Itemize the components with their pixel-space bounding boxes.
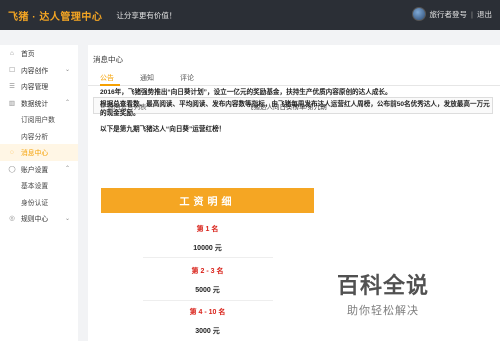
sidebar-item-label: 内容管理 [21,84,49,92]
prize-amount: 3000 元 [195,328,220,335]
chevron-down-icon: ⌄ [64,67,70,74]
sidebar-item-content-management[interactable]: ☰ 内容管理 [0,78,78,95]
sidebar-item-label: 身份认证 [21,199,49,207]
watermark-subtitle: 助你轻松解决 [347,305,419,317]
separator: | [471,9,473,19]
sidebar-item-content-creation[interactable]: ☐ 内容创作 ⌄ [0,62,78,79]
tab-notifications[interactable]: 通知 [140,73,154,83]
message-icon: ◌ [10,148,14,156]
paragraph-intro: 2016年，飞猪强势推出“向日葵计划”，设立一亿元的奖励基金，扶持生产优质内容原… [100,89,392,96]
notice-content: 2016年，飞猪强势推出“向日葵计划”，设立一亿元的奖励基金，扶持生产优质内容原… [100,88,492,137]
sidebar-item-label: 订阅用户数 [21,117,55,125]
user-menu[interactable]: 旅行者登号 | 退出 [411,7,492,21]
avatar[interactable] [411,7,426,21]
username[interactable]: 旅行者登号 [430,9,468,20]
watermark-title: 百科全说 [337,273,430,298]
chart-icon: ▥ [8,99,16,107]
edit-icon: ☐ [9,66,15,74]
page-title: 消息中心 [93,55,123,64]
sidebar-item-label: 内容分析 [21,133,49,141]
divider [143,300,273,301]
chevron-down-icon: ⌄ [64,215,70,222]
tab-comments[interactable]: 评论 [180,73,194,83]
sidebar-item-label: 消息中心 [21,150,49,158]
sidebar: ⌂ 首页 ☐ 内容创作 ⌄ ☰ 内容管理 ▥ 数据统计 ⌃ 订阅用户数内容分析 ◌ 消息中心 ◯ 账户设置 ⌃… [0,45,78,341]
chevron-up-icon: ⌃ [64,166,70,173]
prize-amount: 5000 元 [195,287,220,294]
prize-amount: 10000 元 [193,245,222,252]
chevron-up-icon: ⌃ [64,100,70,107]
sidebar-item-label: 基本设置 [21,183,49,191]
tab-bar: 公告 通知 评论 [88,70,500,86]
sidebar-item-account-settings[interactable]: ◯ 账户设置 ⌃ [0,161,78,178]
prize-block-2: 第 2 - 3 名 5000 元 [101,266,314,295]
sidebar-item-basic-settings[interactable]: 基本设置 [0,177,78,194]
announcement-line: 以下是第九期飞猪达人“向日葵”运营红榜！ [100,126,226,133]
sidebar-item-label: 规则中心 [21,216,49,224]
sidebar-item-home[interactable]: ⌂ 首页 [0,45,78,62]
divider [143,257,273,258]
sidebar-item-rules-center[interactable]: ◎ 规则中心 ⌄ [0,210,78,227]
prize-block-1: 第 1 名 10000 元 [101,224,314,253]
sidebar-item-label: 数据统计 [21,100,49,108]
salary-banner: 工资明细 [101,188,314,213]
sidebar-item-subscriber-count[interactable]: 订阅用户数 [0,111,78,128]
tab-announcements[interactable]: 公告 [100,73,114,83]
paragraph-rules: 根据总查看数、最高阅读、平均阅读、发布内容数等指标，由飞猪每周发布达人运营红人周… [100,101,490,117]
app-logo[interactable]: 飞猪 · 达人管理中心 [8,8,102,23]
sidebar-item-message-center[interactable]: ◌ 消息中心 [0,144,78,161]
sidebar-item-identity-verification[interactable]: 身份认证 [0,194,78,211]
watermark: 百科全说 助你轻松解决 [337,268,429,318]
prize-rank: 第 4 - 10 名 [189,309,226,316]
prize-block-3: 第 4 - 10 名 3000 元 [101,307,314,336]
list-icon: ☰ [9,83,15,91]
rules-icon: ◎ [9,215,15,223]
top-bar: 飞猪 · 达人管理中心 让分享更有价值！ 旅行者登号 | 退出 [0,0,500,30]
sidebar-item-label: 内容创作 [21,67,49,75]
logout-link[interactable]: 退出 [477,9,492,20]
sidebar-item-data-statistics[interactable]: ▥ 数据统计 ⌃ [0,95,78,112]
prize-rank: 第 2 - 3 名 [191,268,224,275]
prize-rank: 第 1 名 [196,226,219,233]
active-tab-indicator [100,84,120,86]
sidebar-item-content-analysis[interactable]: 内容分析 [0,128,78,145]
slogan: 让分享更有价值！ [116,10,177,20]
sidebar-item-label: 首页 [21,51,35,59]
user-icon: ◯ [8,165,16,173]
sidebar-nav: ⌂ 首页 ☐ 内容创作 ⌄ ☰ 内容管理 ▥ 数据统计 ⌃ 订阅用户数内容分析 ◌ 消息中心 ◯ 账户设置 ⌃… [0,45,78,227]
home-icon: ⌂ [10,49,14,57]
sidebar-item-label: 账户设置 [21,166,49,174]
